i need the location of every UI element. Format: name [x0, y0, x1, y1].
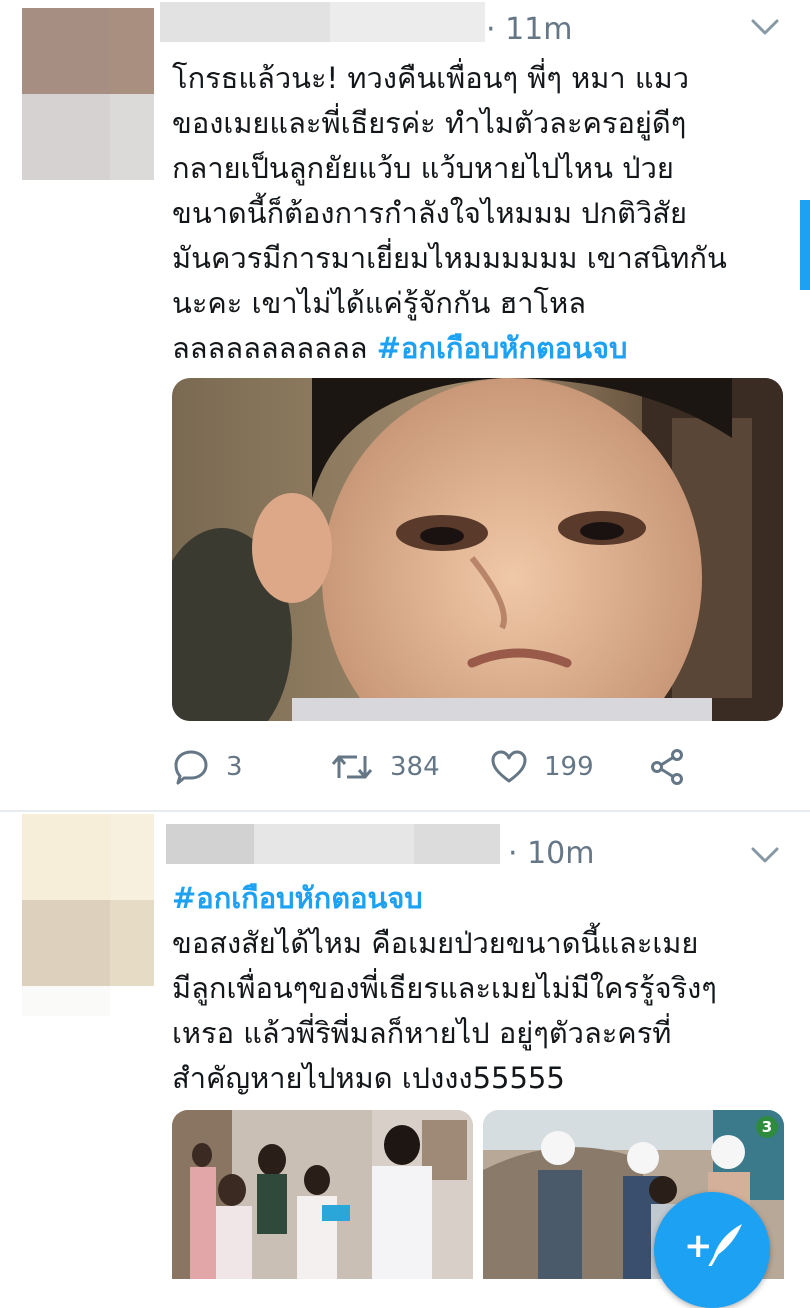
tweet-actions: 3 384 199 — [172, 744, 732, 790]
tweet-image[interactable] — [172, 378, 783, 721]
compose-tweet-icon — [708, 1224, 742, 1266]
channel-3-badge: 3 — [756, 1116, 778, 1138]
tweet-timestamp: · 11m — [486, 12, 573, 47]
chevron-down-icon[interactable] — [750, 18, 780, 36]
tweet-body: โกรธแล้วนะ! ทวงคืนเพื่อนๆ พี่ๆ หมา แมว ข… — [172, 61, 727, 365]
compose-tweet-button[interactable]: + — [654, 1192, 770, 1308]
avatar[interactable] — [22, 814, 154, 1016]
reply-count: 3 — [226, 752, 243, 782]
photo-drama-scene-indoor-icon — [172, 1110, 473, 1279]
like-button[interactable]: 199 — [490, 744, 594, 790]
scrollbar[interactable] — [800, 200, 810, 290]
hashtag-link[interactable]: #อกเกือบหักตอนจบ — [172, 881, 423, 915]
hashtag-link[interactable]: #อกเกือบหักตอนจบ — [377, 331, 628, 365]
avatar[interactable] — [22, 8, 154, 180]
heart-icon — [491, 750, 527, 783]
photo-of-pouting-boy-icon — [172, 378, 783, 721]
censored-username — [166, 824, 500, 864]
tweet[interactable]: · 11m โกรธแล้วนะ! ทวงคืนเพื่อนๆ พี่ๆ หมา… — [0, 0, 810, 810]
retweet-icon — [331, 755, 373, 779]
retweet-count: 384 — [390, 752, 440, 782]
censored-username — [160, 2, 485, 42]
retweet-button[interactable]: 384 — [330, 744, 440, 790]
share-button[interactable] — [648, 744, 702, 790]
tweet-image[interactable] — [172, 1110, 473, 1279]
like-count: 199 — [544, 752, 594, 782]
chevron-down-icon[interactable] — [750, 846, 780, 864]
tweet-timestamp: · 10m — [508, 836, 595, 871]
reply-button[interactable]: 3 — [172, 744, 243, 790]
tweet-text: #อกเกือบหักตอนจบ ขอสงสัยได้ไหม คือเมยป่ว… — [172, 876, 787, 1101]
share-icon — [651, 749, 683, 785]
reply-icon — [174, 750, 208, 785]
tweet-text: โกรธแล้วนะ! ทวงคืนเพื่อนๆ พี่ๆ หมา แมว ข… — [172, 56, 787, 371]
tweet-body: ขอสงสัยได้ไหม คือเมยป่วยขนาดนี้และเมย มี… — [172, 926, 717, 1095]
